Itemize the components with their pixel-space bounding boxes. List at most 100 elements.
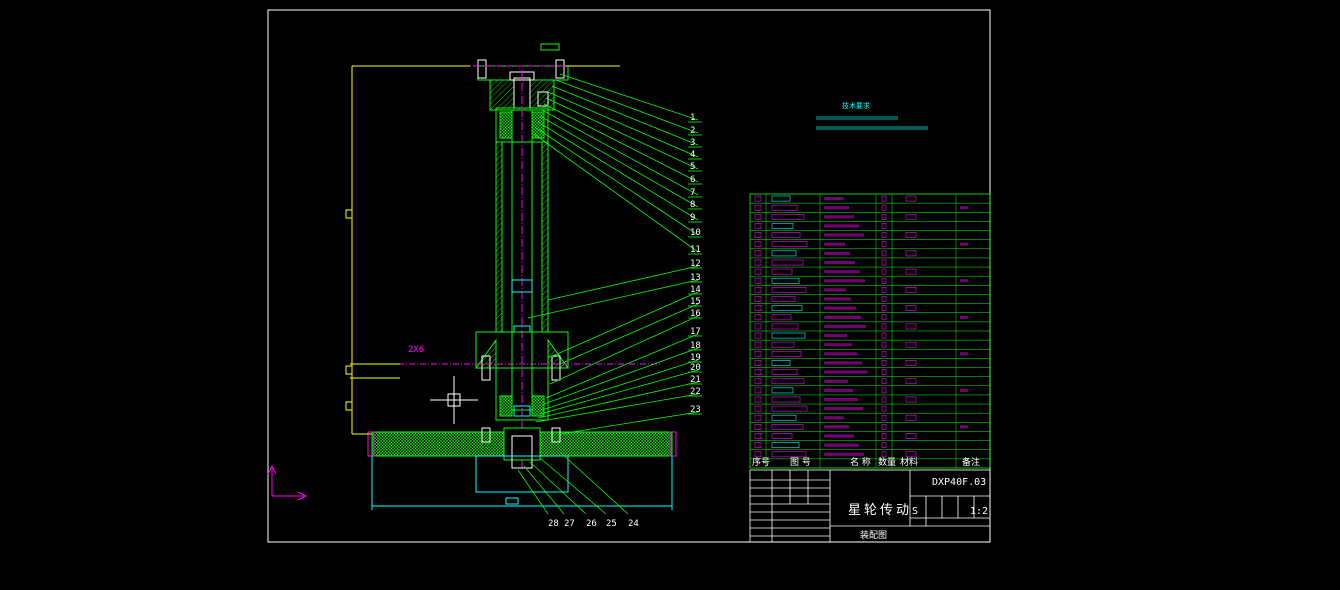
cell-mark [824,397,858,402]
cell-mark [905,341,917,348]
cell-mark [881,341,887,348]
cell-mark [824,379,848,383]
cell-mark [881,396,887,403]
cell-mark [960,315,968,319]
cell-mark [881,241,887,248]
cell-mark [771,268,793,275]
drawing-type: 装配图 [860,529,887,541]
cell-mark [824,306,856,310]
cell-mark [881,405,887,412]
cell-mark [881,213,887,220]
cell-mark [881,323,887,330]
tech-requirements-title: 技术要求 [842,101,870,110]
leader-line [559,303,699,365]
balloon-number: 26 [586,519,597,529]
cell-mark [905,213,917,220]
cell-mark [754,442,762,449]
cell-mark [771,314,792,321]
cell-mark [905,305,917,312]
cell-mark [771,287,807,293]
balloon-number: 25 [606,519,617,529]
cell-mark [960,206,968,210]
cell-mark [824,407,863,411]
cell-mark [824,279,865,283]
cell-mark [881,268,887,275]
header-qty: 数量 [878,456,896,468]
cell-mark [754,350,762,357]
leader-line [547,291,699,359]
cell-mark [771,451,807,458]
balloon-number: 11 [690,245,701,255]
cell-mark [771,433,793,439]
cell-mark [905,433,917,439]
balloon-number: 28 [548,519,559,529]
cell-mark [771,414,797,421]
cell-mark [960,425,968,429]
cell-mark [754,424,762,430]
balloon-number: 10 [690,228,701,238]
cell-mark [881,414,887,421]
cell-mark [905,378,917,385]
cell-mark [771,405,808,412]
balloon-number: 2 [690,126,695,136]
cell-mark [771,424,804,430]
cell-mark [881,442,887,449]
cell-mark [881,369,887,375]
cad-drawing-canvas[interactable]: 2X6 123456789101112131415161718192021222… [0,0,1340,590]
leader-line [537,381,699,419]
assembly-view [267,43,677,510]
drawing-scale: 1:2 [970,506,988,517]
drawing-number: DXP40F.03 [932,477,986,488]
cell-mark [771,378,805,385]
balloon-number: 7 [690,188,695,198]
leader-line [537,121,699,221]
parts-list-header: 序号 图 号 名 称 数量 材料 备注 [752,456,980,468]
cell-mark [960,279,968,283]
cell-mark [754,204,762,211]
balloon-number: 22 [690,387,701,397]
balloon-number: 12 [690,259,701,269]
cell-mark [824,215,854,219]
cell-mark [881,433,887,439]
cell-mark [771,369,798,375]
cell-mark [905,360,917,366]
cell-mark [754,195,762,202]
balloon-number: 23 [690,405,701,415]
cell-mark [824,361,862,365]
leader-line [543,103,699,183]
leader-line [551,85,699,146]
balloon-number: 24 [628,519,639,529]
cell-mark [754,433,762,439]
cell-mark [824,260,855,265]
cell-mark [960,242,968,246]
cell-mark [824,270,860,274]
cell-mark [754,396,762,403]
cell-mark [754,314,762,321]
header-remark: 备注 [962,456,980,468]
balloon-number: 8 [690,200,695,210]
sheet-mark: S [912,506,918,517]
cell-mark [905,323,917,330]
cell-mark [881,350,887,357]
cell-mark [824,443,859,447]
cell-mark [824,416,844,420]
cell-mark [754,378,762,385]
cell-mark [824,197,844,201]
parts-list-table [749,193,991,469]
cell-mark [754,259,762,266]
cell-mark [771,232,801,238]
cell-mark [771,223,794,229]
cell-mark [881,451,887,458]
cell-mark [754,223,762,229]
cell-mark [881,223,887,229]
balloon-number: 19 [690,353,701,363]
balloon-number: 18 [690,341,701,351]
cell-mark [905,232,917,238]
balloon-number: 9 [690,213,695,223]
cell-mark [824,206,849,210]
leader-line [559,451,629,515]
cell-mark [881,259,887,266]
balloon-number: 1 [690,113,695,123]
cell-mark [881,305,887,312]
cell-mark [754,387,762,394]
